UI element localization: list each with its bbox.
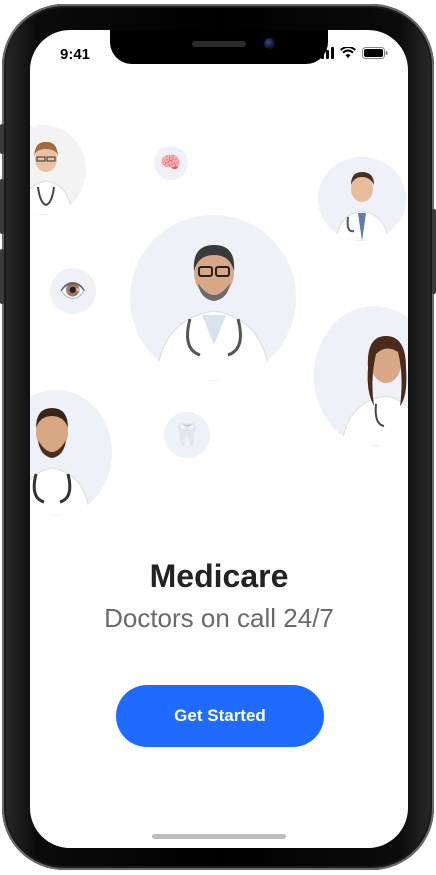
doctor-portrait	[318, 157, 406, 241]
power-button	[432, 209, 436, 294]
get-started-button[interactable]: Get Started	[116, 685, 324, 747]
eye-icon: 👁️	[50, 268, 96, 314]
doctor-portrait	[30, 125, 86, 215]
doctor-portrait	[314, 306, 408, 446]
status-icons	[316, 47, 388, 59]
doctor-portrait	[30, 390, 112, 516]
doctor-avatar-top-right	[318, 157, 406, 241]
app-subtitle: Doctors on call 24/7	[104, 603, 334, 633]
speaker-grille	[192, 41, 246, 47]
app-title: Medicare	[149, 558, 289, 594]
status-time: 9:41	[60, 46, 91, 63]
home-indicator[interactable]	[152, 834, 286, 839]
tooth-icon-glyph: 🦷	[173, 422, 201, 447]
screen: 🧠 👁️ 🦷 9:41 Medicare Doctors on call 24/…	[30, 30, 408, 848]
silent-switch	[0, 124, 4, 154]
wifi-icon	[340, 47, 356, 58]
doctor-avatar-right	[314, 306, 408, 446]
battery-icon	[362, 47, 388, 59]
camera-icon	[264, 38, 275, 49]
cellular-signal-icon	[316, 47, 334, 59]
volume-down-button	[0, 249, 4, 304]
brain-icon-glyph: 🧠	[160, 153, 182, 172]
doctor-avatar-bottom-left	[30, 390, 112, 516]
doctor-avatar-top-left	[30, 125, 86, 215]
volume-up-button	[0, 179, 4, 234]
tooth-icon: 🦷	[164, 412, 210, 458]
phone-frame: 🧠 👁️ 🦷 9:41 Medicare Doctors on call 24/…	[0, 4, 436, 870]
doctor-portrait	[130, 215, 296, 381]
notch	[110, 30, 328, 64]
eye-icon-glyph: 👁️	[59, 278, 87, 303]
brain-icon: 🧠	[154, 146, 188, 180]
doctor-avatar-center	[130, 215, 296, 381]
